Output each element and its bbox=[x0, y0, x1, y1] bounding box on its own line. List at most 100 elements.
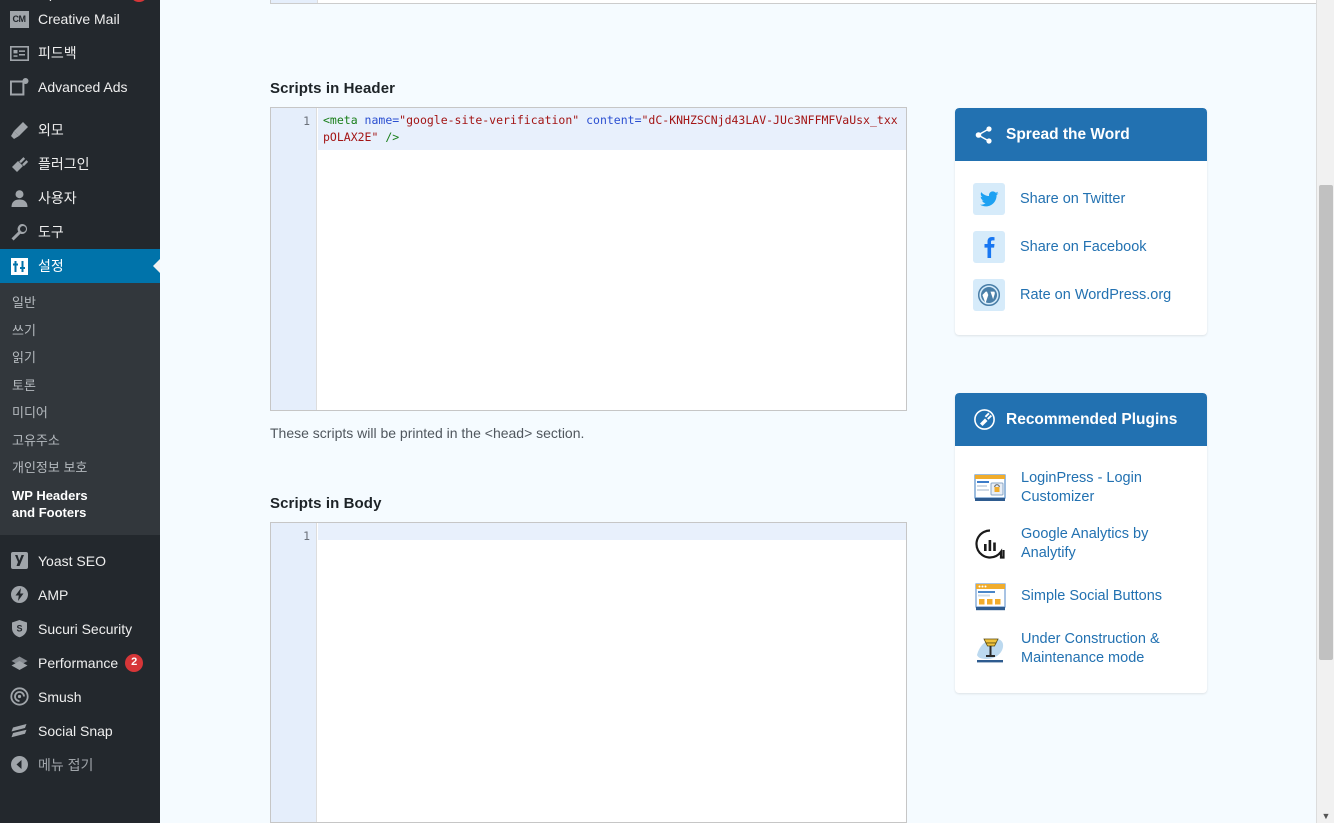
scripts-in-header-editor[interactable]: 1 <meta name="google-site-verification" … bbox=[270, 107, 907, 411]
smush-spiral-icon bbox=[9, 687, 29, 707]
sidebar-item-label: Advanced Ads bbox=[38, 78, 128, 95]
recommended-plugins-list: LoginPress - Login Customizer Google Ana… bbox=[955, 446, 1207, 693]
plugin-under-construction-link[interactable]: Under Construction & Maintenance mode bbox=[955, 621, 1207, 677]
plugin-analytify-label: Google Analytics by Analytify bbox=[1021, 526, 1149, 562]
submenu-item-privacy[interactable]: 개인정보 보호 bbox=[0, 454, 160, 482]
feedback-icon bbox=[9, 43, 29, 63]
scripts-in-body-editor[interactable]: 1 bbox=[270, 522, 907, 823]
sidebar-item-label: 도구 bbox=[38, 223, 64, 240]
settings-sliders-icon bbox=[9, 256, 29, 276]
submenu-item-media[interactable]: 미디어 bbox=[0, 399, 160, 427]
under-construction-icon bbox=[973, 634, 1007, 664]
spread-the-word-list: Share on Twitter Share on Facebook Rate … bbox=[955, 161, 1207, 335]
sidebar-item-yoast-seo[interactable]: Yoast SEO bbox=[0, 544, 160, 578]
sidebar-item-advanced-ads[interactable]: Advanced Ads bbox=[0, 70, 160, 104]
share-on-twitter-label: Share on Twitter bbox=[1020, 190, 1126, 207]
plugin-analytify-link[interactable]: Google Analytics by Analytify bbox=[955, 516, 1207, 572]
editor-code-area-header[interactable]: <meta name="google-site-verification" co… bbox=[318, 108, 906, 410]
spread-the-word-header: Spread the Word bbox=[955, 108, 1207, 161]
collapse-arrow-icon bbox=[9, 755, 29, 775]
plugin-loginpress-link[interactable]: LoginPress - Login Customizer bbox=[955, 460, 1207, 516]
submenu-item-general[interactable]: 일반 bbox=[0, 289, 160, 317]
collapse-menu-button[interactable]: 메뉴 접기 bbox=[0, 748, 160, 782]
line-number: 1 bbox=[303, 529, 310, 543]
code-line-1-body bbox=[318, 523, 906, 540]
sidebar-item-users[interactable]: 사용자 bbox=[0, 181, 160, 215]
plugins-plug-icon bbox=[9, 154, 29, 174]
creative-mail-icon: CM bbox=[9, 9, 29, 29]
code-token-tag: <meta bbox=[323, 113, 358, 127]
scrollbar-down-arrow[interactable]: ▼ bbox=[1317, 812, 1334, 821]
page-scrollbar[interactable]: ▼ bbox=[1316, 0, 1334, 823]
share-on-twitter-link[interactable]: Share on Twitter bbox=[955, 175, 1207, 223]
sidebar-item-performance[interactable]: Performance 2 bbox=[0, 646, 160, 680]
tools-wrench-icon bbox=[9, 222, 29, 242]
scripts-in-header-description: These scripts will be printed in the <he… bbox=[270, 425, 585, 441]
rate-on-wordpress-link[interactable]: Rate on WordPress.org bbox=[955, 271, 1207, 319]
submenu-item-writing[interactable]: 쓰기 bbox=[0, 317, 160, 345]
code-token-attr-name: name= bbox=[357, 113, 400, 127]
editor-gutter-header: 1 bbox=[271, 108, 317, 410]
loginpress-icon bbox=[973, 473, 1007, 503]
plugin-under-construction-label: Under Construction & Maintenance mode bbox=[1021, 630, 1160, 666]
yoast-seo-icon bbox=[9, 551, 29, 571]
submenu-item-wp-headers-and-footers[interactable]: WP Headers and Footers bbox=[0, 482, 110, 527]
sidebar-item-social-snap[interactable]: Social Snap bbox=[0, 714, 160, 748]
sidebar-item-sucuri-security[interactable]: S Sucuri Security bbox=[0, 612, 160, 646]
sidebar-item-plugins[interactable]: 플러그인 bbox=[0, 147, 160, 181]
submenu-item-discussion[interactable]: 토론 bbox=[0, 372, 160, 400]
sidebar-item-settings[interactable]: 설정 bbox=[0, 249, 160, 283]
twitter-icon bbox=[973, 183, 1005, 215]
sidebar-item-tools[interactable]: 도구 bbox=[0, 215, 160, 249]
recommended-plugins-title: Recommended Plugins bbox=[1006, 410, 1178, 428]
recommended-plugins-header: Recommended Plugins bbox=[955, 393, 1207, 446]
sidebar-separator-2 bbox=[0, 535, 160, 544]
sidebar-item-label: Sucuri Security bbox=[38, 620, 133, 637]
submenu-item-reading[interactable]: 읽기 bbox=[0, 344, 160, 372]
sidebar-item-label: 사용자 bbox=[38, 189, 77, 206]
previous-editor-bottom-edge bbox=[270, 0, 1316, 4]
plugin-simple-social-buttons-label: Simple Social Buttons bbox=[1021, 587, 1163, 604]
recommended-plugins-widget: Recommended Plugins LoginPress - Login C… bbox=[955, 393, 1207, 693]
sidebar-item-creative-mail[interactable]: CM Creative Mail bbox=[0, 2, 160, 36]
sidebar-item-label: 플러그인 bbox=[38, 155, 90, 172]
sidebar-item-appearance[interactable]: 외모 bbox=[0, 113, 160, 147]
sidebar-separator bbox=[0, 104, 160, 113]
advanced-ads-icon bbox=[9, 77, 29, 97]
code-token-tag-close: /> bbox=[378, 130, 400, 144]
share-on-facebook-label: Share on Facebook bbox=[1020, 238, 1147, 255]
main-content: Scripts in Header 1 <meta name="google-s… bbox=[160, 0, 1316, 823]
scripts-in-body-title: Scripts in Body bbox=[270, 495, 382, 512]
users-person-icon bbox=[9, 188, 29, 208]
rate-on-wordpress-label: Rate on WordPress.org bbox=[1020, 286, 1172, 303]
svg-text:S: S bbox=[16, 624, 22, 634]
share-on-facebook-link[interactable]: Share on Facebook bbox=[955, 223, 1207, 271]
collapse-menu-label: 메뉴 접기 bbox=[38, 756, 94, 773]
plugin-loginpress-label: LoginPress - Login Customizer bbox=[1021, 470, 1142, 506]
simple-social-buttons-icon bbox=[973, 582, 1007, 612]
appearance-brush-icon bbox=[9, 120, 29, 140]
sidebar-item-smush[interactable]: Smush bbox=[0, 680, 160, 714]
plugin-simple-social-buttons-link[interactable]: Simple Social Buttons bbox=[955, 573, 1207, 621]
spread-the-word-widget: Spread the Word Share on Twitter Share o… bbox=[955, 108, 1207, 335]
admin-sidebar: OptinMonster 2 CM Creative Mail 피드백 Adva… bbox=[0, 0, 160, 823]
sidebar-item-label: 설정 bbox=[38, 257, 64, 274]
sidebar-item-label: Performance bbox=[38, 654, 119, 671]
sidebar-item-label: Smush bbox=[38, 688, 82, 705]
sucuri-shield-icon: S bbox=[9, 619, 29, 639]
sidebar-item-feedback[interactable]: 피드백 bbox=[0, 36, 160, 70]
submenu-item-permalinks[interactable]: 고유주소 bbox=[0, 427, 160, 455]
sidebar-item-amp[interactable]: AMP bbox=[0, 578, 160, 612]
spread-the-word-title: Spread the Word bbox=[1006, 125, 1130, 143]
share-nodes-icon bbox=[973, 124, 995, 146]
code-token-attr-name-2: content= bbox=[579, 113, 642, 127]
settings-submenu: 일반 쓰기 읽기 토론 미디어 고유주소 개인정보 보호 WP Headers … bbox=[0, 283, 160, 535]
scripts-in-header-title: Scripts in Header bbox=[270, 80, 396, 97]
sidebar-item-label: Social Snap bbox=[38, 722, 113, 739]
editor-code-area-body[interactable] bbox=[318, 523, 906, 822]
editor-gutter bbox=[271, 0, 318, 3]
code-token-attr-value: "google-site-verification" bbox=[399, 113, 580, 127]
scrollbar-thumb[interactable] bbox=[1319, 185, 1333, 660]
facebook-icon bbox=[973, 231, 1005, 263]
sidebar-item-label: Creative Mail bbox=[38, 10, 120, 27]
